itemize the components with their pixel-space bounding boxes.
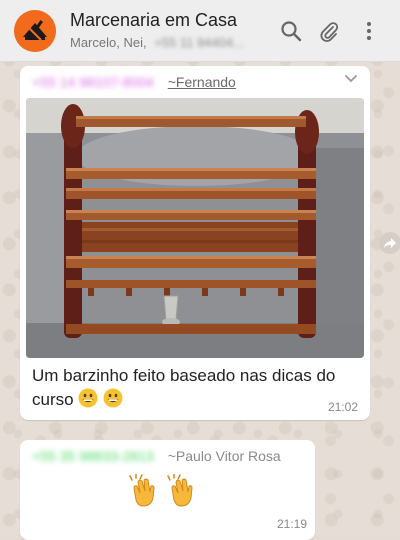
group-avatar[interactable] bbox=[14, 10, 56, 52]
more-vertical-icon[interactable] bbox=[358, 20, 380, 42]
woodworking-logo-icon bbox=[14, 10, 56, 52]
paperclip-icon[interactable] bbox=[318, 20, 340, 42]
message-sender: +55 14 98107-8004 ~Fernando bbox=[32, 74, 236, 90]
chat-header[interactable]: Marcenaria em Casa Marcelo, Nei, +55 11 … bbox=[0, 0, 400, 62]
members-visible: Marcelo, Nei, bbox=[70, 35, 147, 50]
clapping-hands-icon bbox=[167, 473, 193, 507]
search-icon[interactable] bbox=[280, 20, 302, 42]
message-photo[interactable] bbox=[26, 98, 364, 358]
message-caption: Um barzinho feito baseado nas dicas do c… bbox=[32, 364, 362, 412]
wooden-bar-shelf-photo bbox=[26, 98, 364, 358]
sender-name[interactable]: ~Paulo Vitor Rosa bbox=[168, 448, 281, 464]
message-bubble[interactable]: +55 35 98833-2813 ~Paulo Vitor Rosa 21:1… bbox=[20, 440, 315, 540]
forward-button[interactable] bbox=[379, 232, 400, 254]
group-members: Marcelo, Nei, +55 11 94404... bbox=[70, 35, 244, 50]
sender-name[interactable]: ~Fernando bbox=[168, 74, 236, 90]
clapping-hands-icon bbox=[129, 473, 155, 507]
message-time: 21:02 bbox=[327, 400, 358, 414]
message-emoji bbox=[128, 473, 200, 513]
forward-icon bbox=[384, 238, 396, 248]
sender-phone[interactable]: +55 35 98833-2813 bbox=[32, 448, 154, 464]
grinning-face-icon bbox=[103, 388, 123, 408]
grinning-face-icon bbox=[78, 388, 98, 408]
group-title[interactable]: Marcenaria em Casa bbox=[70, 10, 237, 31]
message-bubble[interactable]: +55 14 98107-8004 ~Fernando Um barzinho … bbox=[20, 66, 370, 420]
chevron-down-icon[interactable] bbox=[344, 74, 358, 84]
message-sender: +55 35 98833-2813 ~Paulo Vitor Rosa bbox=[32, 448, 281, 464]
sender-phone[interactable]: +55 14 98107-8004 bbox=[32, 74, 154, 90]
members-redacted: +55 11 94404... bbox=[154, 35, 244, 50]
message-time: 21:19 bbox=[276, 517, 307, 531]
